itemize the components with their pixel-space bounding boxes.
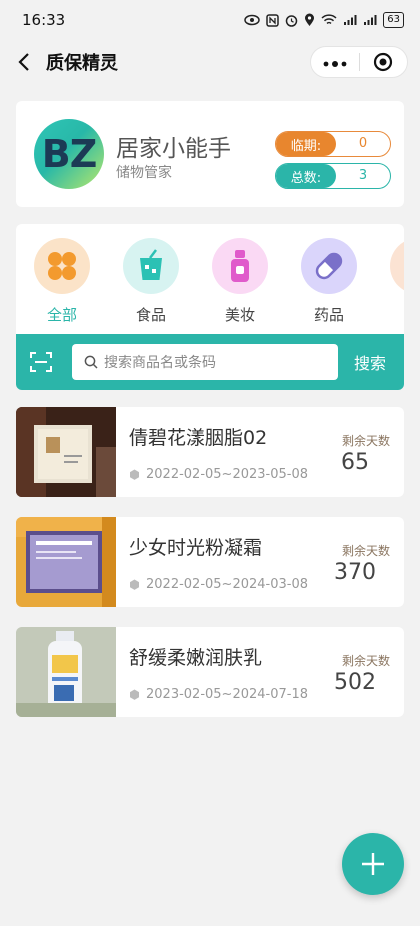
target-icon xyxy=(374,52,393,72)
wifi-icon xyxy=(321,14,337,25)
category-all[interactable]: 全部 xyxy=(32,238,92,325)
product-name: 舒缓柔嫩润肤乳 xyxy=(129,647,263,669)
product-date-range: 2022-02-05~2024-03-08 xyxy=(129,577,308,592)
clock-icon xyxy=(130,469,139,480)
close-program-button[interactable] xyxy=(360,52,408,72)
category-label: 美妆 xyxy=(224,306,255,324)
product-image xyxy=(16,517,116,607)
days-remaining-value: 65 xyxy=(341,450,369,475)
category-more[interactable] xyxy=(388,238,404,294)
total-label: 总数: xyxy=(276,164,336,188)
product-card[interactable]: 倩碧花漾胭脂02 2022-02-05~2023-05-08 剩余天数 65 xyxy=(16,407,404,497)
plus-icon xyxy=(362,853,384,875)
product-date-range: 2023-02-05~2024-07-18 xyxy=(129,687,308,702)
product-image xyxy=(16,627,116,717)
scan-icon[interactable] xyxy=(30,351,52,373)
days-remaining-label: 剩余天数 xyxy=(341,434,390,448)
category-label: 全部 xyxy=(46,306,77,324)
date-range-text: 2022-02-05~2024-03-08 xyxy=(146,577,308,592)
status-bar: 16:33 63 xyxy=(0,0,420,40)
days-remaining-value: 502 xyxy=(334,670,376,695)
category-label: 食品 xyxy=(135,306,166,324)
nfc-icon xyxy=(266,13,280,27)
product-name: 少女时光粉凝霜 xyxy=(129,537,263,559)
pill-icon xyxy=(301,238,357,294)
product-card[interactable]: 舒缓柔嫩润肤乳 2023-02-05~2024-07-18 剩余天数 502 xyxy=(16,627,404,717)
page-title: 质保精灵 xyxy=(46,53,118,74)
total-value: 3 xyxy=(358,168,368,183)
location-icon xyxy=(305,13,315,26)
more-category-icon xyxy=(390,238,404,294)
back-button[interactable] xyxy=(14,52,34,72)
status-time: 16:33 xyxy=(22,11,66,29)
date-range-text: 2022-02-05~2023-05-08 xyxy=(146,467,308,482)
clock-icon xyxy=(130,689,139,700)
category-cosmetics[interactable]: 美妆 xyxy=(210,238,270,325)
product-image xyxy=(16,407,116,497)
battery-indicator: 63 xyxy=(383,12,404,28)
category-card: 全部 食品 美妆 药品 搜索商品名或条码 搜索 xyxy=(16,224,404,390)
search-input[interactable]: 搜索商品名或条码 xyxy=(72,344,338,380)
product-name: 倩碧花漾胭脂02 xyxy=(129,427,268,449)
user-name: 居家小能手 xyxy=(116,136,231,162)
user-subtitle: 储物管家 xyxy=(116,165,172,181)
expiring-count-badge[interactable]: 临期: 0 xyxy=(275,131,391,157)
grid-icon xyxy=(34,238,90,294)
days-remaining-value: 370 xyxy=(334,560,376,585)
search-icon xyxy=(84,355,98,369)
category-label: 药品 xyxy=(313,306,344,324)
add-item-button[interactable] xyxy=(342,833,404,895)
more-button[interactable] xyxy=(311,53,359,71)
nav-bar: 质保精灵 xyxy=(0,40,420,84)
eye-icon xyxy=(244,14,261,26)
alarm-icon xyxy=(286,14,298,27)
total-count-badge[interactable]: 总数: 3 xyxy=(275,163,391,189)
cosmetic-bottle-icon xyxy=(212,238,268,294)
signal-icon xyxy=(364,15,377,25)
date-range-text: 2023-02-05~2024-07-18 xyxy=(146,687,308,702)
category-medicine[interactable]: 药品 xyxy=(299,238,359,325)
expiring-label: 临期: xyxy=(276,132,336,156)
more-dots-icon xyxy=(323,61,347,67)
mini-program-capsule xyxy=(310,46,408,78)
days-remaining-label: 剩余天数 xyxy=(341,544,390,558)
avatar: BZ xyxy=(34,119,104,189)
clock-icon xyxy=(130,579,139,590)
days-remaining-label: 剩余天数 xyxy=(341,654,390,668)
search-placeholder: 搜索商品名或条码 xyxy=(104,355,216,371)
status-icons: 63 xyxy=(244,12,404,28)
search-button[interactable]: 搜索 xyxy=(354,350,386,374)
product-date-range: 2022-02-05~2023-05-08 xyxy=(129,467,308,482)
drink-cup-icon xyxy=(123,238,179,294)
signal-icon xyxy=(344,15,357,25)
chevron-left-icon xyxy=(18,53,29,71)
category-food[interactable]: 食品 xyxy=(121,238,181,325)
profile-card: BZ 居家小能手 储物管家 临期: 0 总数: 3 xyxy=(16,101,404,207)
product-card[interactable]: 少女时光粉凝霜 2022-02-05~2024-03-08 剩余天数 370 xyxy=(16,517,404,607)
expiring-value: 0 xyxy=(358,136,368,151)
search-bar: 搜索商品名或条码 搜索 xyxy=(16,334,404,390)
